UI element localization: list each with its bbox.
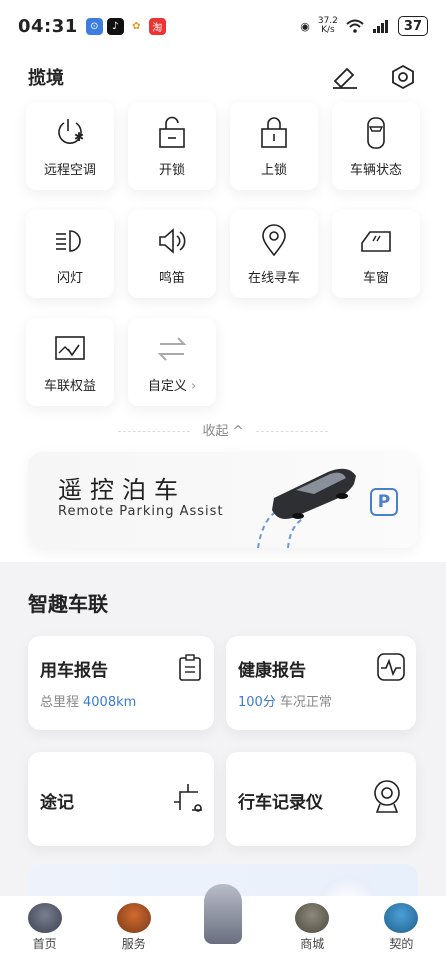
signal-icon: [372, 20, 388, 33]
lock-icon: [261, 116, 287, 148]
dashcam-icon: [374, 780, 400, 813]
remote-ac-button[interactable]: ✱ 远程空调: [26, 102, 114, 190]
tiktok-icon: ♪: [106, 17, 124, 35]
status-bar: 04:31 ⊙ ♪ ✿ 淘 ◉ 37.2 K/s 37: [0, 0, 446, 52]
health-report-card[interactable]: 健康报告 100分 车况正常: [226, 636, 416, 730]
app-notification-icon: ⊙: [85, 17, 103, 35]
car-top-icon: [367, 116, 385, 149]
health-score: 100分: [238, 695, 276, 710]
lock-button[interactable]: 上锁: [230, 102, 318, 190]
nav-center[interactable]: [178, 884, 267, 960]
benefits-icon: [55, 335, 85, 360]
battery-indicator: 37: [397, 16, 428, 36]
swap-arrows-icon: [157, 336, 187, 361]
find-car-button[interactable]: 在线寻车: [230, 210, 318, 298]
nav-mall[interactable]: 商城: [268, 896, 357, 960]
unlock-button[interactable]: 开锁: [128, 102, 216, 190]
nav-home[interactable]: 首页: [0, 896, 89, 960]
parking-car-illustration: [257, 468, 356, 548]
status-time: 04:31: [18, 15, 78, 37]
edit-icon[interactable]: [330, 62, 360, 92]
bottom-nav: 首页 服务 商城 契的: [0, 884, 446, 960]
collapse-toggle[interactable]: 收起 ^: [0, 420, 446, 439]
section-title: 智趣车联: [28, 592, 108, 616]
trip-log-card[interactable]: 途记: [28, 752, 214, 846]
service-avatar-icon: [116, 903, 151, 933]
vehicle-status-button[interactable]: 车辆状态: [332, 102, 420, 190]
app-notification-icon: ✿: [127, 17, 145, 35]
mine-avatar-icon: [384, 903, 419, 933]
car-window-icon: [361, 230, 391, 252]
chevron-right-icon: ›: [190, 378, 197, 394]
nav-service[interactable]: 服务: [89, 896, 178, 960]
health-monitor-icon: [377, 653, 405, 681]
vehicle-control-panel: 揽境 ✱ 远程空调 开锁 上锁 车辆状态 闪灯 鸣笛 在线寻车 车窗 车联权益 …: [0, 52, 446, 562]
network-speed: 37.2 K/s: [317, 16, 338, 35]
connected-benefits-button[interactable]: 车联权益: [26, 318, 114, 406]
location-status-icon: ◉: [300, 19, 310, 33]
vehicle-name: 揽境: [28, 68, 64, 89]
center-bunny-icon: [204, 884, 242, 944]
settings-hexagon-icon[interactable]: [388, 62, 418, 92]
route-icon: [174, 784, 202, 812]
customize-button[interactable]: 自定义 ›: [128, 318, 216, 406]
svg-text:✱: ✱: [74, 130, 84, 144]
dashcam-card[interactable]: 行车记录仪: [226, 752, 416, 846]
snow-power-icon: ✱: [58, 118, 84, 144]
parking-title: 遥控泊车: [58, 476, 186, 504]
horn-button[interactable]: 鸣笛: [128, 210, 216, 298]
mall-avatar-icon: [295, 903, 330, 933]
shopping-app-icon: 淘: [148, 17, 166, 35]
usage-report-card[interactable]: 用车报告 总里程 4008km: [28, 636, 214, 730]
flash-lights-button[interactable]: 闪灯: [26, 210, 114, 298]
wifi-icon: [346, 19, 364, 33]
location-pin-icon: [262, 223, 286, 256]
clipboard-icon: [179, 654, 201, 681]
parking-p-badge: P: [370, 488, 398, 516]
total-mileage: 4008km: [83, 695, 137, 710]
headlight-icon: [56, 229, 81, 252]
nav-mine[interactable]: 契的: [357, 896, 446, 960]
unlock-icon: [159, 116, 185, 148]
horn-icon: [159, 227, 186, 254]
remote-parking-card[interactable]: 遥控泊车 Remote Parking Assist P: [28, 452, 418, 548]
notification-icons: ⊙ ♪ ✿ 淘: [85, 17, 166, 35]
home-avatar-icon: [27, 903, 62, 933]
parking-subtitle: Remote Parking Assist: [58, 504, 224, 519]
car-window-button[interactable]: 车窗: [332, 210, 420, 298]
